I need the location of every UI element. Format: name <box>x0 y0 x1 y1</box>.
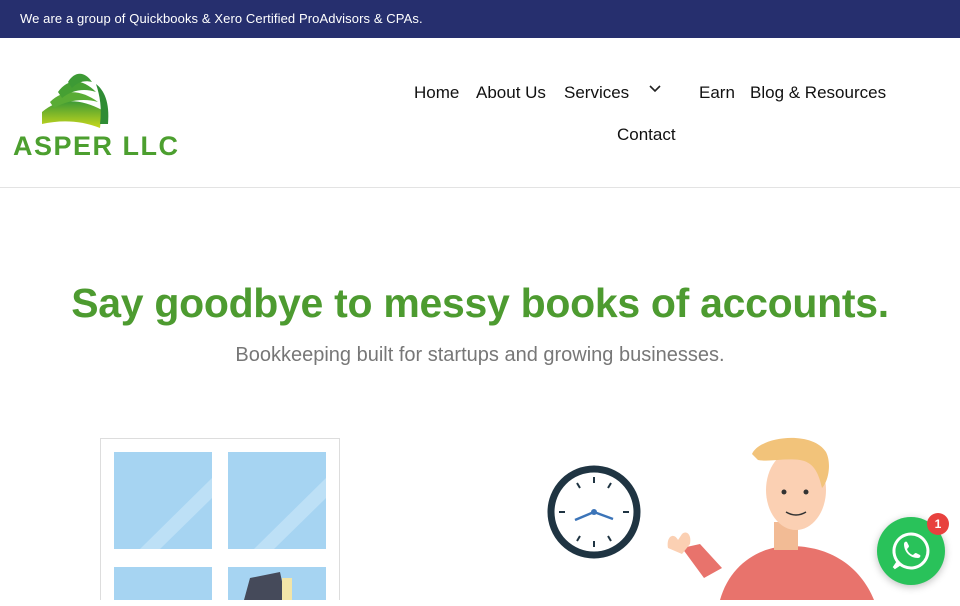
site-header: ASPER LLC Home About Us Services Earn Bl… <box>0 38 960 188</box>
hero-subtitle: Bookkeeping built for startups and growi… <box>235 344 725 366</box>
clock-illustration <box>547 465 641 559</box>
nav-services[interactable]: Services <box>564 83 629 103</box>
whatsapp-icon <box>892 532 930 570</box>
announcement-text: We are a group of Quickbooks & Xero Cert… <box>20 11 423 26</box>
logo[interactable]: ASPER LLC <box>12 68 178 163</box>
nav-about-us[interactable]: About Us <box>476 83 546 103</box>
nav-earn[interactable]: Earn <box>699 83 735 103</box>
man-illustration <box>667 437 874 600</box>
notification-badge: 1 <box>927 513 949 535</box>
nav-contact[interactable]: Contact <box>617 125 676 145</box>
logo-text: ASPER LLC <box>13 131 180 161</box>
leaf-fan-icon <box>42 73 109 128</box>
announcement-bar: We are a group of Quickbooks & Xero Cert… <box>0 0 960 38</box>
hero-title: Say goodbye to messy books of accounts. <box>71 280 889 326</box>
window-illustration <box>100 438 340 600</box>
nav-blog-resources[interactable]: Blog & Resources <box>750 83 886 103</box>
nav-home[interactable]: Home <box>414 83 459 103</box>
chevron-down-icon[interactable] <box>648 84 662 94</box>
